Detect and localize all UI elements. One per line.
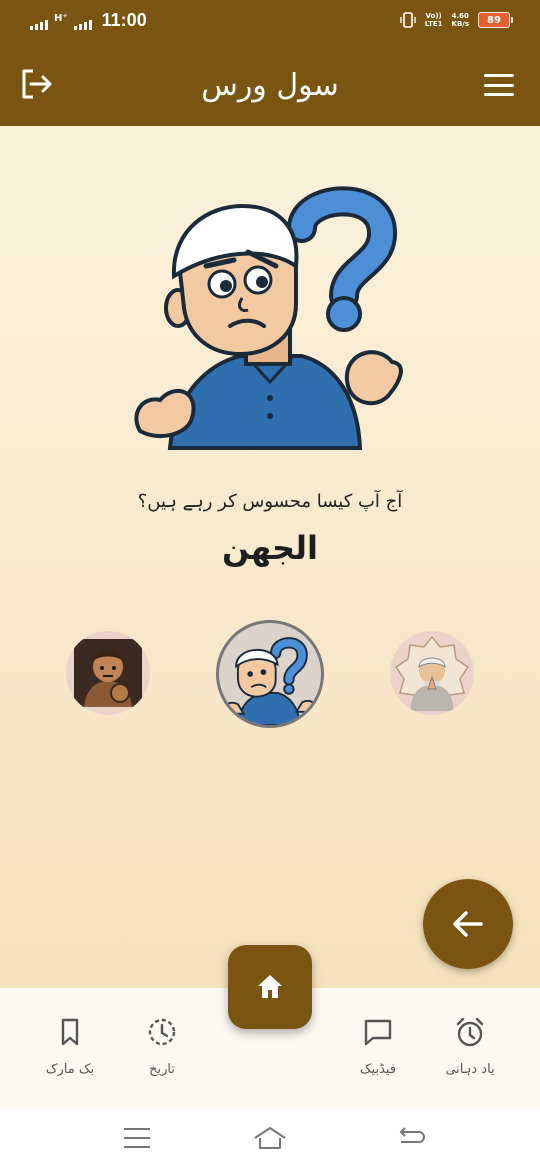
volte-line1: Vo)) [425,12,442,20]
nav-label-bookmark: بک مارک [45,1062,95,1077]
home-button[interactable] [228,945,312,1029]
back-icon[interactable] [397,1126,427,1150]
bookmark-icon [61,1018,79,1046]
volte-indicator: Vo)) LTE1 [425,12,443,28]
alarm-icon [456,1017,484,1047]
nav-label-reminder: یاد دہانی [445,1062,495,1077]
signal-icon-2 [73,16,92,30]
status-right: Vo)) LTE1 4.60 KB/s 89 [400,11,513,29]
mood-screen: آج آپ کیسا محسوس کر رہے ہیں؟ الجھن [0,126,540,988]
arrow-left-icon [453,911,483,937]
status-left: H⁺ 11:00 [30,10,147,30]
recent-apps-icon[interactable] [122,1126,152,1150]
current-mood-label: الجھن [222,529,318,567]
nav-item-feedback[interactable]: فیڈبیک [328,1016,428,1077]
app-title: سول ورس [201,68,339,103]
speed-value: 4.60 [451,12,469,20]
clock: 11:00 [101,10,147,30]
history-icon [148,1018,176,1046]
back-fab-button[interactable] [423,879,513,969]
battery-level: 89 [487,14,501,26]
hamburger-menu-icon[interactable] [484,74,514,96]
home-icon [258,975,282,998]
status-bar: H⁺ 11:00 Vo)) LTE1 4.60 KB/s 89 [0,0,540,44]
battery-icon: 89 [478,12,513,28]
network-speed: 4.60 KB/s [452,12,469,28]
feedback-icon [364,1019,392,1046]
nav-item-bookmark[interactable]: بک مارک [20,1016,120,1077]
network-type: H⁺ [54,13,68,24]
signal-icon [30,16,48,30]
angry-boy-avatar[interactable] [66,631,150,715]
app-header: سول ورس [0,44,540,126]
nav-item-reminder[interactable]: یاد دہانی [420,1016,520,1077]
confused-man-illustration [134,186,403,450]
volte-line2: LTE1 [424,20,443,28]
nav-label-history: تاریخ [149,1062,175,1077]
system-home-icon[interactable] [253,1126,287,1150]
mood-prompt: آج آپ کیسا محسوس کر رہے ہیں؟ [137,491,403,512]
praying-man-avatar[interactable] [390,631,474,715]
nav-item-history[interactable]: تاریخ [112,1016,212,1077]
vibrate-icon [400,12,416,28]
system-nav-bar [0,1108,540,1170]
nav-label-feedback: فیڈبیک [359,1062,397,1077]
confused-man-avatar[interactable] [216,620,324,728]
speed-unit: KB/s [451,20,469,28]
